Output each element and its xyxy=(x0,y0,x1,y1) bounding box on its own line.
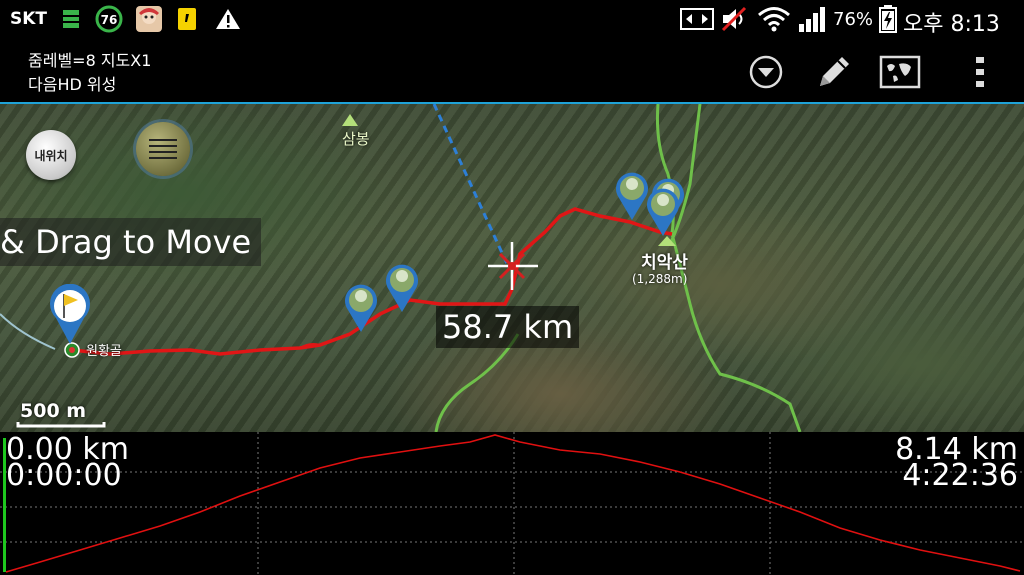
map-source: 다음HD 위성 xyxy=(28,75,117,94)
elevation-chart xyxy=(0,432,1024,575)
photo-marker-icon[interactable] xyxy=(384,262,420,314)
signal-icon xyxy=(796,6,828,32)
pencil-icon xyxy=(820,57,849,86)
carrier-label: SKT xyxy=(10,9,48,29)
avatar-app-icon xyxy=(134,6,164,32)
trail-line xyxy=(434,333,520,432)
map-layers-icon xyxy=(879,55,921,89)
sim-card-icon xyxy=(60,6,82,32)
dropdown-button[interactable] xyxy=(744,50,788,94)
scale-label: 500 m xyxy=(20,400,87,422)
guide-line xyxy=(432,104,510,267)
overflow-menu-button[interactable] xyxy=(958,50,1002,94)
status-bar: SKT 76 76% 오후 8:13 xyxy=(0,0,1024,40)
battery-percent: 76% xyxy=(833,9,874,30)
mute-icon xyxy=(718,6,750,32)
start-place-label: 원황골 xyxy=(86,344,122,359)
peak-sambong-icon xyxy=(342,114,358,126)
distance-label: 58.7 km xyxy=(436,306,580,348)
drag-hint-banner: & Drag to Move xyxy=(0,218,262,266)
badge-76-icon: 76 xyxy=(94,5,124,33)
photo-marker-icon[interactable] xyxy=(645,186,681,238)
cast-icon xyxy=(680,6,714,32)
clock: 오후 8:13 xyxy=(903,12,1000,37)
elevation-line xyxy=(5,434,1021,573)
map-layers-button[interactable] xyxy=(878,50,922,94)
start-time: 0:00:00 xyxy=(6,458,122,493)
zoom-info: 줌레벨=8 지도X1 xyxy=(28,51,152,70)
scale-bar xyxy=(16,422,106,428)
peak-label-chiaksan: 치악산 xyxy=(641,253,688,273)
start-flag-marker-icon[interactable] xyxy=(48,284,92,346)
peak-elevation-label: (1,288m) xyxy=(632,272,688,286)
overflow-menu-icon xyxy=(976,57,984,87)
svg-text:76: 76 xyxy=(101,13,118,27)
wifi-icon xyxy=(756,6,792,32)
satellite-map[interactable]: 내위치 삼봉 & Drag to Move 치악산 (1,288m) 원황골 5… xyxy=(0,104,1024,432)
action-bar: 줌레벨=8 지도X1 다음HD 위성 xyxy=(0,40,1024,104)
elevation-profile[interactable]: 0.00 km 0:00:00 8.14 km 4:22:36 xyxy=(0,432,1024,575)
crosshair-icon xyxy=(488,242,538,290)
edit-button[interactable] xyxy=(812,50,856,94)
map-menu-button[interactable] xyxy=(136,122,190,176)
warning-icon xyxy=(214,6,242,32)
battery-charging-icon xyxy=(878,5,898,33)
note-icon xyxy=(176,6,198,32)
total-time: 4:22:36 xyxy=(902,458,1018,493)
peak-label-sambong: 삼봉 xyxy=(342,130,370,148)
photo-marker-icon[interactable] xyxy=(343,282,379,334)
dropdown-icon xyxy=(749,55,783,89)
road-line xyxy=(0,313,56,350)
my-location-button[interactable]: 내위치 xyxy=(26,130,76,180)
